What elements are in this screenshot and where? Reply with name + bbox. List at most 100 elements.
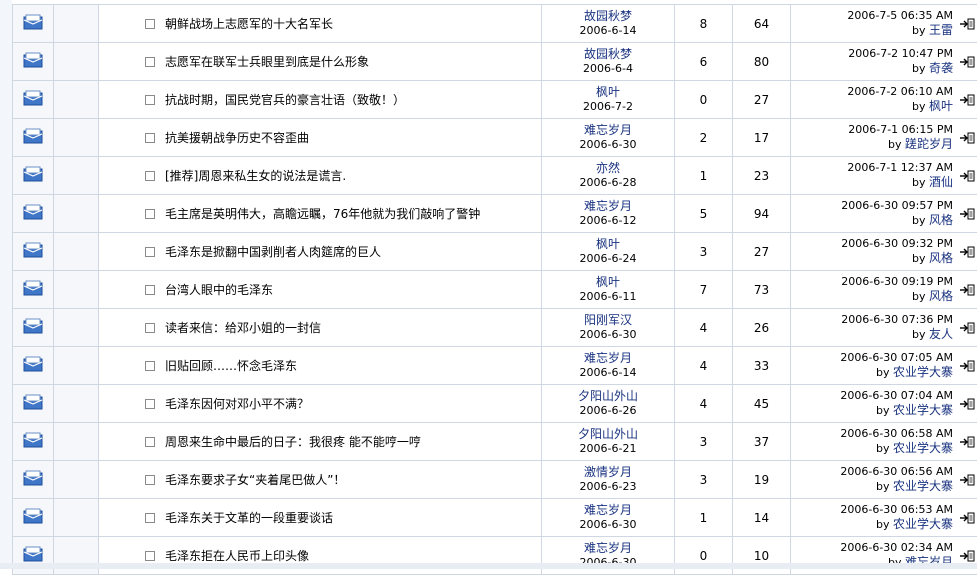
topic-folder-icon bbox=[23, 470, 43, 486]
topic-checkbox[interactable] bbox=[145, 475, 155, 485]
topic-title-cell: 毛主席是英明伟大，高瞻远瞩，76年他就为我们敲响了警钟 bbox=[99, 195, 542, 233]
topic-author-link[interactable]: 难忘岁月 bbox=[542, 123, 674, 138]
topic-checkbox[interactable] bbox=[145, 551, 155, 561]
topic-reply-count: 4 bbox=[700, 359, 708, 373]
topic-title-link[interactable]: 台湾人眼中的毛泽东 bbox=[165, 281, 273, 298]
last-post-user-link[interactable]: 农业学大寨 bbox=[893, 441, 953, 455]
topic-replies-cell: 3 bbox=[675, 233, 733, 271]
topic-blank-cell bbox=[54, 233, 99, 271]
topic-author-link[interactable]: 难忘岁月 bbox=[542, 541, 674, 556]
topic-folder-icon bbox=[23, 90, 43, 106]
topic-author-link[interactable]: 难忘岁月 bbox=[542, 503, 674, 518]
topic-title-link[interactable]: 朝鲜战场上志愿军的十大名军长 bbox=[165, 15, 333, 32]
topic-title-link[interactable]: 抗美援朝战争历史不容歪曲 bbox=[165, 129, 309, 146]
topic-title-link[interactable]: 周恩来生命中最后的日子：我很疼 能不能哼一哼 bbox=[165, 433, 421, 450]
goto-last-post-icon[interactable] bbox=[959, 56, 975, 68]
topic-views-cell: 37 bbox=[733, 423, 791, 461]
topic-checkbox[interactable] bbox=[145, 133, 155, 143]
goto-last-post-icon[interactable] bbox=[959, 360, 975, 372]
goto-last-post-icon[interactable] bbox=[959, 436, 975, 448]
topic-view-count: 27 bbox=[754, 93, 769, 107]
goto-last-post-icon[interactable] bbox=[959, 246, 975, 258]
topic-views-cell: 23 bbox=[733, 157, 791, 195]
topic-author-link[interactable]: 阳刚军汉 bbox=[542, 313, 674, 328]
goto-last-post-icon[interactable] bbox=[959, 132, 975, 144]
topic-view-count: 37 bbox=[754, 435, 769, 449]
last-post-user-link[interactable]: 风格 bbox=[929, 251, 953, 265]
topic-author-link[interactable]: 激情岁月 bbox=[542, 465, 674, 480]
last-post-user-link[interactable]: 酒仙 bbox=[929, 175, 953, 189]
topic-folder-icon bbox=[23, 432, 43, 448]
topic-blank-cell bbox=[54, 347, 99, 385]
last-post-user-link[interactable]: 王雷 bbox=[929, 23, 953, 37]
last-post-time: 2006-6-30 06:58 AM bbox=[840, 427, 953, 441]
topic-checkbox[interactable] bbox=[145, 323, 155, 333]
last-post-user-link[interactable]: 奇袭 bbox=[929, 61, 953, 75]
last-post-user-link[interactable]: 友人 bbox=[929, 327, 953, 341]
topic-checkbox[interactable] bbox=[145, 437, 155, 447]
topic-checkbox[interactable] bbox=[145, 209, 155, 219]
topic-author-link[interactable]: 难忘岁月 bbox=[542, 351, 674, 366]
topic-checkbox[interactable] bbox=[145, 285, 155, 295]
goto-last-post-icon[interactable] bbox=[959, 322, 975, 334]
goto-last-post-icon[interactable] bbox=[959, 284, 975, 296]
topic-checkbox[interactable] bbox=[145, 171, 155, 181]
topic-author-link[interactable]: 故园秋梦 bbox=[542, 9, 674, 24]
topic-author-link[interactable]: 亦然 bbox=[542, 161, 674, 176]
topic-view-count: 19 bbox=[754, 473, 769, 487]
topic-reply-count: 1 bbox=[700, 169, 708, 183]
topic-row: 旧贴回顾……怀念毛泽东 难忘岁月 2006-6-14 4 33 2006-6-3… bbox=[13, 347, 977, 385]
last-post-time: 2006-6-30 06:56 AM bbox=[840, 465, 953, 479]
last-post-user-link[interactable]: 农业学大寨 bbox=[893, 403, 953, 417]
topic-views-cell: 80 bbox=[733, 43, 791, 81]
topic-blank-cell bbox=[54, 499, 99, 537]
topic-title-cell: 读者来信：给邓小姐的一封信 bbox=[99, 309, 542, 347]
last-post-user-link[interactable]: 枫叶 bbox=[929, 99, 953, 113]
topic-author-link[interactable]: 枫叶 bbox=[542, 85, 674, 100]
goto-last-post-icon[interactable] bbox=[959, 474, 975, 486]
topic-title-link[interactable]: 毛主席是英明伟大，高瞻远瞩，76年他就为我们敲响了警钟 bbox=[165, 205, 480, 222]
topic-checkbox[interactable] bbox=[145, 361, 155, 371]
topic-author-link[interactable]: 夕阳山外山 bbox=[542, 427, 674, 442]
topic-post-date: 2006-6-30 bbox=[542, 518, 674, 532]
topic-checkbox[interactable] bbox=[145, 19, 155, 29]
topic-title-link[interactable]: 抗战时期，国民党官兵的豪言壮语（致敬！） bbox=[165, 91, 405, 108]
last-post-user-link[interactable]: 蹉跎岁月 bbox=[905, 137, 953, 151]
goto-last-post-icon[interactable] bbox=[959, 512, 975, 524]
topic-checkbox[interactable] bbox=[145, 57, 155, 67]
topic-title-link[interactable]: 读者来信：给邓小姐的一封信 bbox=[165, 319, 321, 336]
topic-checkbox[interactable] bbox=[145, 95, 155, 105]
last-post-user-link[interactable]: 风格 bbox=[929, 213, 953, 227]
topic-checkbox[interactable] bbox=[145, 513, 155, 523]
topic-title-link[interactable]: 毛泽东因何对邓小平不满？ bbox=[165, 395, 309, 412]
goto-last-post-icon[interactable] bbox=[959, 550, 975, 562]
topic-title-link[interactable]: [推荐]周恩来私生女的说法是谎言. bbox=[165, 167, 346, 184]
topic-author-link[interactable]: 枫叶 bbox=[542, 275, 674, 290]
topic-checkbox[interactable] bbox=[145, 247, 155, 257]
goto-last-post-icon[interactable] bbox=[959, 18, 975, 30]
topic-post-date: 2006-6-30 bbox=[542, 138, 674, 152]
topic-title-link[interactable]: 毛泽东是掀翻中国剥削者人肉筵席的巨人 bbox=[165, 243, 381, 260]
goto-last-post-icon[interactable] bbox=[959, 94, 975, 106]
topic-author-link[interactable]: 枫叶 bbox=[542, 237, 674, 252]
topic-author-link[interactable]: 夕阳山外山 bbox=[542, 389, 674, 404]
last-post-user-link[interactable]: 风格 bbox=[929, 289, 953, 303]
topic-title-link[interactable]: 旧贴回顾……怀念毛泽东 bbox=[165, 357, 297, 374]
topic-blank-cell bbox=[54, 119, 99, 157]
goto-last-post-icon[interactable] bbox=[959, 208, 975, 220]
topic-title-link[interactable]: 毛泽东拒在人民币上印头像 bbox=[165, 547, 309, 564]
topic-title-link[interactable]: 毛泽东关于文革的一段重要谈话 bbox=[165, 509, 333, 526]
goto-last-post-icon[interactable] bbox=[959, 398, 975, 410]
topic-blank-cell bbox=[54, 271, 99, 309]
topic-author-link[interactable]: 难忘岁月 bbox=[542, 199, 674, 214]
last-post-user-link[interactable]: 农业学大寨 bbox=[893, 365, 953, 379]
goto-last-post-icon[interactable] bbox=[959, 170, 975, 182]
topic-icon-cell bbox=[13, 423, 54, 461]
last-post-user-link[interactable]: 农业学大寨 bbox=[893, 479, 953, 493]
topic-folder-icon bbox=[23, 166, 43, 182]
topic-checkbox[interactable] bbox=[145, 399, 155, 409]
last-post-user-link[interactable]: 农业学大寨 bbox=[893, 517, 953, 531]
topic-author-link[interactable]: 故园秋梦 bbox=[542, 47, 674, 62]
topic-title-link[interactable]: 志愿军在联军士兵眼里到底是什么形象 bbox=[165, 53, 369, 70]
topic-title-link[interactable]: 毛泽东要求子女“夹着尾巴做人”！ bbox=[165, 471, 345, 488]
